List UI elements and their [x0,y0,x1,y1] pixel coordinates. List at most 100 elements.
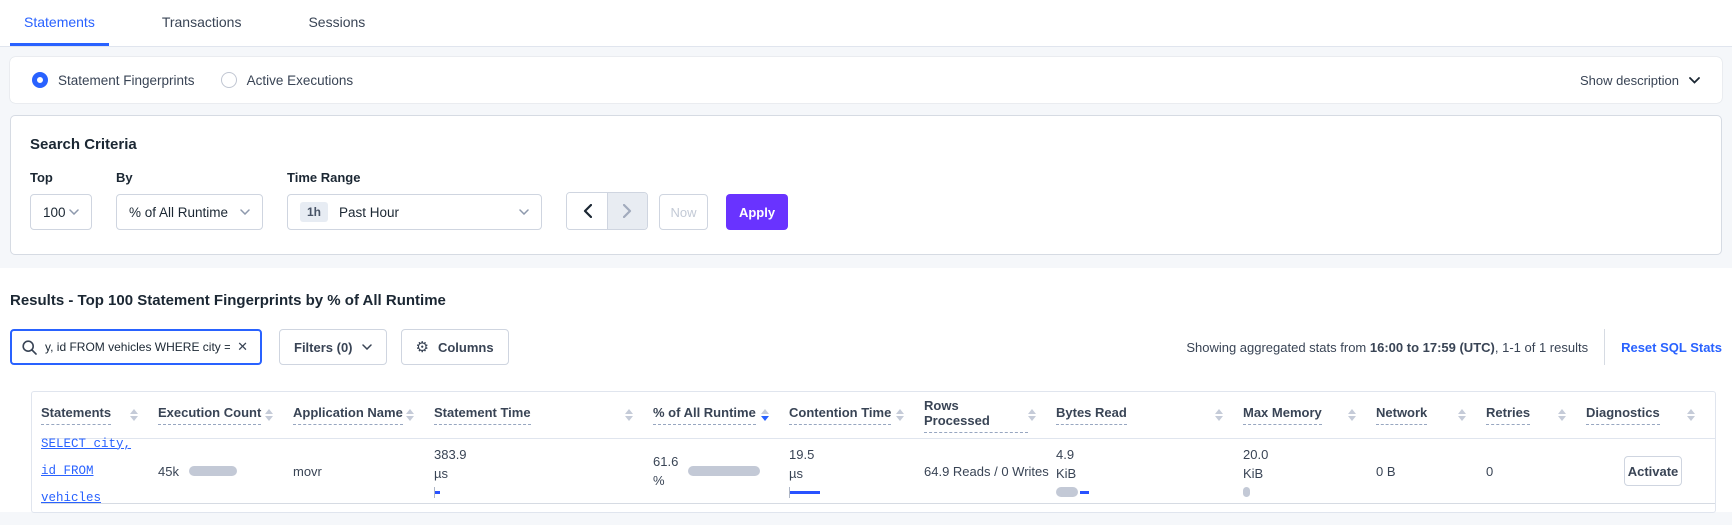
statement-row: SELECT city, id FROM vehicles 45k movr 3… [41,437,1715,505]
network-cell: 0 B [1376,464,1486,479]
execution-count-cell: 45k [158,464,293,479]
tab-bar: Statements Transactions Sessions [0,0,1732,47]
application-name-cell: movr [293,464,434,479]
runtime-value: 61.6 [653,454,679,469]
stats-prefix: Showing aggregated stats from [1186,339,1370,355]
by-select[interactable]: % of All Runtime [116,194,263,230]
column-header-contention-time[interactable]: Contention Time [789,405,924,425]
sort-icon-active-desc[interactable] [761,409,769,421]
columns-button[interactable]: ⚙ Columns [400,329,509,365]
sort-icon[interactable] [896,409,904,421]
table-header-row: Statements Execution Count Application N… [41,392,1715,438]
top-field: Top 100 [30,170,92,230]
clear-search-icon[interactable]: ✕ [234,339,251,355]
radio-active-executions[interactable]: Active Executions [220,72,353,88]
view-toggle-radios: Statement Fingerprints Active Executions [32,72,353,88]
search-criteria-controls: Top 100 By % of All Runtime Time Range 1… [30,170,1702,230]
now-button[interactable]: Now [659,194,708,230]
time-range-value: Past Hour [339,204,400,220]
runtime-cell: 61.6 % [653,452,789,490]
time-range-badge: 1h [300,202,329,222]
column-header-runtime[interactable]: % of All Runtime [653,405,789,425]
statement-time-bar [435,490,440,494]
column-header-diagnostics[interactable]: Diagnostics [1586,405,1715,425]
diagnostics-cell: Activate [1586,456,1715,486]
column-header-bytes-read[interactable]: Bytes Read [1056,405,1243,425]
contention-time-unit: µs [789,465,803,481]
view-toggle-card: Statement Fingerprints Active Executions… [10,57,1722,103]
execution-count-value: 45k [158,463,179,479]
columns-button-label: Columns [437,339,494,355]
next-time-range-button[interactable] [607,193,647,229]
chevron-left-icon [583,204,592,218]
sort-icon[interactable] [265,409,273,421]
show-description-toggle[interactable]: Show description [1580,73,1700,88]
bytes-read-cell: 4.9 KiB [1056,445,1243,497]
time-range-arrows [566,192,648,230]
column-header-max-memory[interactable]: Max Memory [1243,405,1376,425]
show-description-label: Show description [1580,72,1679,88]
max-memory-value: 20.0 [1243,447,1269,462]
previous-time-range-button[interactable] [567,193,607,229]
search-input[interactable] [45,340,231,354]
radio-unselected-icon [220,72,237,88]
statement-time-value: 383.9 [434,446,467,462]
chevron-down-icon [240,209,250,215]
application-name-value: movr [293,463,322,479]
sort-icon[interactable] [625,409,633,421]
radio-statement-fingerprints[interactable]: Statement Fingerprints [32,72,195,88]
search-icon [22,339,37,355]
time-range-field: Time Range 1h Past Hour [287,170,542,230]
reset-sql-stats-link[interactable]: Reset SQL Stats [1621,340,1722,355]
column-header-rows-processed[interactable]: Rows Processed [924,398,1056,433]
time-range-select[interactable]: 1h Past Hour [287,194,542,230]
results-toolbar: ✕ Filters (0) ⚙ Columns Showing aggregat… [10,329,1722,365]
bytes-read-unit: KiB [1056,466,1077,481]
filters-button[interactable]: Filters (0) [279,329,387,365]
sort-icon[interactable] [1215,409,1223,421]
contention-time-cell: 19.5 µs [789,445,924,498]
column-header-network[interactable]: Network [1376,405,1486,425]
sort-icon[interactable] [1687,409,1695,421]
contention-time-bar [790,490,820,494]
search-criteria-card: Search Criteria Top 100 By % of All Runt… [10,115,1722,255]
sort-icon[interactable] [1028,409,1036,421]
tab-sessions-label: Sessions [308,14,366,30]
bytes-read-bar [1056,487,1078,497]
statements-table: Statements Execution Count Application N… [31,391,1716,513]
sql-activity-page: Statements Transactions Sessions Stateme… [0,0,1732,513]
radio-selected-icon [32,72,48,88]
statement-search-box: ✕ [10,329,262,365]
time-range-label: Time Range [287,170,361,185]
stats-suffix: , 1-1 of 1 results [1494,339,1589,355]
bytes-read-blue-bar [1080,490,1089,494]
column-header-application-name[interactable]: Application Name [293,405,434,425]
execution-count-bar [188,466,237,476]
statement-fingerprint-link[interactable]: SELECT city, id FROM vehicles [41,431,153,512]
vertical-divider [1604,329,1606,365]
chevron-down-icon [69,209,79,215]
statement-time-cell: 383.9 µs [434,445,653,498]
max-memory-bar [1243,487,1250,497]
apply-button[interactable]: Apply [726,194,788,230]
statement-time-unit: µs [434,465,448,481]
sort-icon[interactable] [406,409,414,421]
activate-diagnostics-button[interactable]: Activate [1624,456,1682,486]
tab-sessions[interactable]: Sessions [294,1,379,46]
chevron-down-icon [519,209,529,215]
top-region: Statement Fingerprints Active Executions… [0,47,1732,268]
column-header-execution-count[interactable]: Execution Count [158,405,293,425]
sort-icon[interactable] [1348,409,1356,421]
top-select[interactable]: 100 [30,194,92,230]
tab-transactions[interactable]: Transactions [148,1,256,46]
sort-icon[interactable] [1458,409,1466,421]
sort-icon[interactable] [130,409,138,421]
column-header-retries[interactable]: Retries [1486,405,1586,425]
sort-icon[interactable] [1558,409,1566,421]
by-label: By [116,170,133,185]
column-header-statement-time[interactable]: Statement Time [434,405,653,425]
tab-statements[interactable]: Statements [10,1,109,46]
chevron-right-icon [623,204,632,218]
column-header-statements[interactable]: Statements [41,405,158,425]
contention-time-value: 19.5 [789,446,815,462]
